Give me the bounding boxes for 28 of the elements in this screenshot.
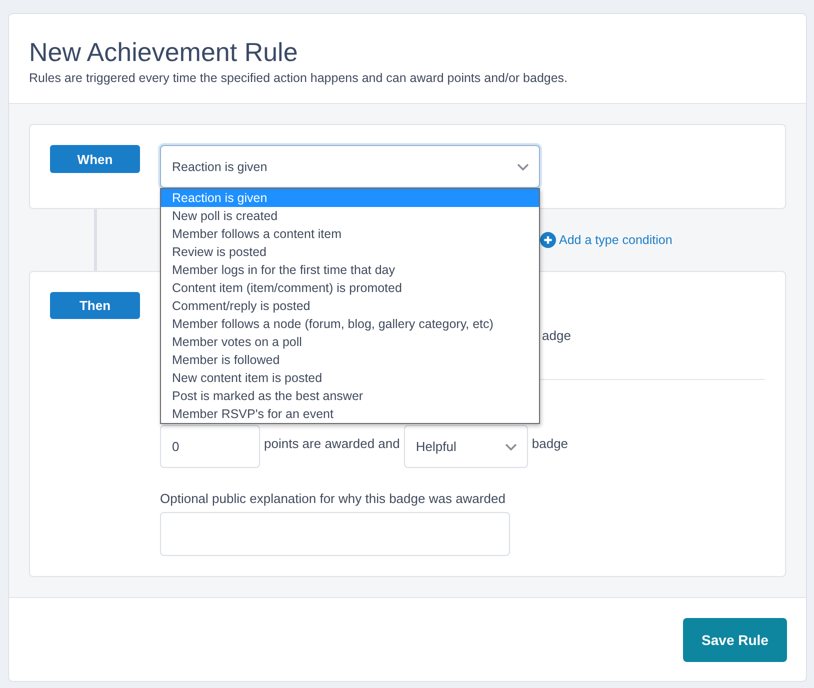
dropdown-option[interactable]: Comment/reply is posted — [161, 297, 539, 315]
save-rule-button[interactable]: Save Rule — [683, 618, 787, 662]
trigger-select[interactable]: Reaction is given — [160, 145, 540, 188]
page-title: New Achievement Rule — [29, 36, 299, 68]
badge-label: adge — [542, 328, 571, 343]
dropdown-option[interactable]: New content item is posted — [161, 369, 539, 387]
when-label: When — [50, 145, 140, 173]
chevron-down-icon — [504, 442, 517, 450]
dropdown-option[interactable]: Member logs in for the first time that day — [161, 261, 539, 279]
explanation-label: Optional public explanation for why this badge was awarded — [160, 490, 506, 508]
badge-select[interactable]: Helpful — [404, 425, 528, 468]
points-label: points are awarded and — [264, 435, 400, 453]
points-input[interactable]: 0 — [160, 425, 260, 468]
dropdown-option[interactable]: New poll is created — [161, 207, 539, 225]
page-description: Rules are triggered every time the specified action happens and can award points and/or badges. — [29, 70, 569, 86]
explanation-field[interactable] — [160, 512, 510, 556]
dropdown-option[interactable]: Member is followed — [161, 351, 539, 369]
dropdown-option[interactable]: Member RSVP's for an event — [161, 405, 539, 423]
dropdown-option[interactable]: Post is marked as the best answer — [161, 387, 539, 405]
dropdown-option[interactable]: Content item (item/comment) is promoted — [161, 279, 539, 297]
then-label: Then — [50, 292, 140, 319]
dropdown-option[interactable]: Member follows a content item — [161, 225, 539, 243]
chevron-down-icon — [517, 162, 529, 170]
dropdown-option[interactable]: Member follows a node (forum, blog, gallery category, etc) — [161, 315, 539, 333]
add-condition-link[interactable]: Add a type condition — [559, 233, 672, 247]
badge-label: badge — [532, 435, 568, 453]
dropdown-option[interactable]: Review is posted — [161, 243, 539, 261]
dropdown-option[interactable]: Member votes on a poll — [161, 333, 539, 351]
